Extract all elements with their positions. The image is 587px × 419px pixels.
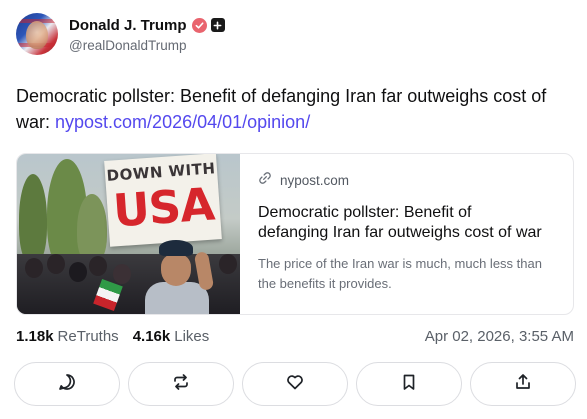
- share-icon: [513, 372, 533, 397]
- likes-count[interactable]: 4.16k: [133, 328, 171, 345]
- retruth-icon: [171, 372, 191, 397]
- reply-button[interactable]: [14, 362, 120, 406]
- retruths-label[interactable]: ReTruths: [58, 328, 119, 345]
- author-block: Donald J. Trump @realDonaldTrump: [69, 15, 225, 53]
- share-button[interactable]: [470, 362, 576, 406]
- post-stats: 1.18k ReTruths 4.16k Likes Apr 02, 2026,…: [16, 326, 574, 346]
- verified-badge-icon: [191, 17, 207, 33]
- sign-main-text: USA: [111, 177, 216, 238]
- link-preview-body: nypost.com Democratic pollster: Benefit …: [240, 154, 573, 314]
- post-text: Democratic pollster: Benefit of defangin…: [16, 83, 576, 135]
- link-preview-description: The price of the Iran war is much, much …: [258, 256, 542, 291]
- likes-label[interactable]: Likes: [174, 328, 209, 345]
- post-timestamp[interactable]: Apr 02, 2026, 3:55 AM: [425, 328, 574, 345]
- post-link[interactable]: nypost.com/2026/04/01/opinion/: [55, 112, 310, 132]
- protest-sign: DOWN WITH USA: [104, 154, 222, 247]
- action-bar: [14, 362, 576, 406]
- link-preview-title[interactable]: Democratic pollster: Benefit of defangin…: [258, 203, 543, 243]
- link-icon: [258, 171, 272, 190]
- author-handle[interactable]: @realDonaldTrump: [69, 38, 225, 53]
- bookmark-icon: [399, 372, 419, 397]
- retruths-count[interactable]: 1.18k: [16, 328, 54, 345]
- link-preview-image: DOWN WITH USA: [17, 154, 240, 314]
- link-preview-card[interactable]: DOWN WITH USA nypost.com Democratic poll…: [16, 153, 574, 315]
- plus-badge-icon: [210, 18, 225, 32]
- avatar[interactable]: [16, 13, 58, 55]
- link-domain: nypost.com: [280, 172, 350, 188]
- heart-icon: [285, 372, 305, 397]
- post-header: Donald J. Trump @realDonaldTrump: [16, 13, 225, 55]
- like-button[interactable]: [242, 362, 348, 406]
- reply-icon: [57, 372, 77, 397]
- retruth-button[interactable]: [128, 362, 234, 406]
- author-name[interactable]: Donald J. Trump: [69, 17, 187, 34]
- save-button[interactable]: [356, 362, 462, 406]
